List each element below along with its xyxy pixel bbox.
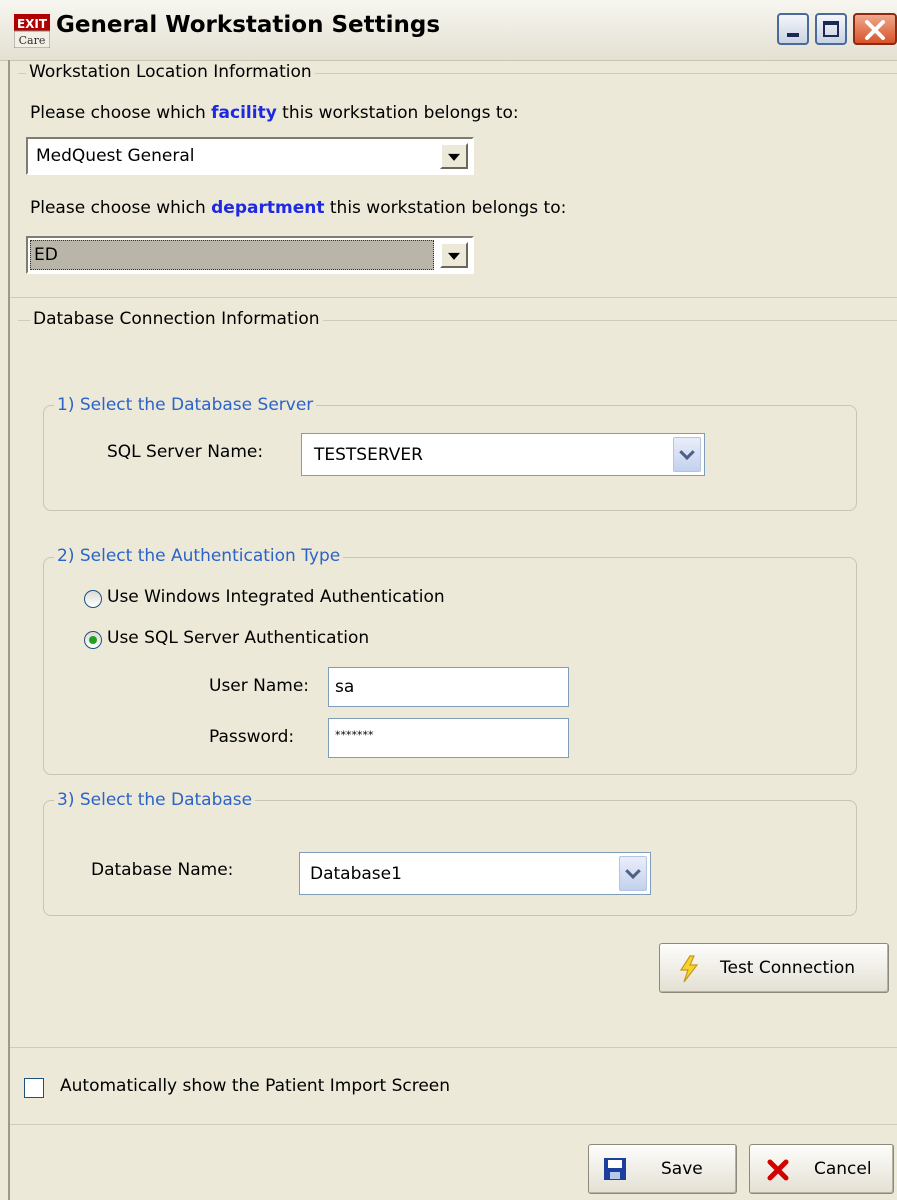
cancel-label: Cancel — [814, 1159, 872, 1179]
department-prompt: Please choose which department this work… — [30, 198, 567, 218]
chevron-down-icon — [448, 153, 460, 161]
svg-text:Care: Care — [19, 34, 46, 47]
password-value: ******* — [335, 728, 374, 742]
cancel-button[interactable]: Cancel — [749, 1144, 894, 1194]
footer-separator — [10, 1124, 897, 1125]
radio-selected-dot — [89, 636, 97, 644]
username-field[interactable]: sa — [328, 667, 569, 707]
maximize-icon — [823, 21, 839, 37]
server-dropdown-button[interactable] — [673, 437, 701, 472]
chevron-down-icon — [448, 252, 460, 260]
db-name-label: Database Name: — [91, 860, 234, 880]
department-dropdown-button[interactable] — [440, 242, 468, 268]
db-dropdown-button[interactable] — [619, 856, 647, 891]
minimize-icon — [787, 33, 799, 37]
close-button[interactable] — [853, 13, 897, 45]
username-value: sa — [335, 677, 355, 697]
save-label: Save — [661, 1159, 703, 1179]
location-group-bottom — [10, 297, 897, 298]
auth-sql-label[interactable]: Use SQL Server Authentication — [107, 628, 369, 648]
title-bar[interactable]: EXIT Care General Workstation Settings — [0, 0, 897, 61]
database-group-legend: Database Connection Information — [30, 309, 323, 329]
db-name-select[interactable]: Database1 — [299, 852, 651, 895]
chevron-down-icon — [625, 862, 641, 879]
app-logo-icon: EXIT Care — [13, 14, 51, 49]
facility-select-value: MedQuest General — [36, 146, 195, 166]
svg-text:EXIT: EXIT — [17, 17, 48, 31]
auth-windows-radio[interactable] — [84, 590, 102, 608]
floppy-disk-icon — [604, 1158, 626, 1180]
minimize-button[interactable] — [777, 13, 809, 45]
close-icon — [865, 20, 885, 40]
test-connection-button[interactable]: Test Connection — [659, 943, 889, 993]
facility-select[interactable]: MedQuest General — [26, 137, 474, 175]
server-name-select[interactable]: TESTSERVER — [301, 433, 705, 476]
db-group-legend: 3) Select the Database — [54, 790, 256, 810]
department-keyword: department — [211, 198, 325, 218]
server-name-label: SQL Server Name: — [107, 442, 264, 462]
auth-sql-radio[interactable] — [84, 631, 102, 649]
facility-prompt: Please choose which facility this workst… — [30, 103, 519, 123]
facility-keyword: facility — [211, 103, 277, 123]
location-group-legend: Workstation Location Information — [26, 62, 315, 82]
server-name-value: TESTSERVER — [314, 444, 423, 465]
username-label: User Name: — [209, 676, 310, 696]
maximize-button[interactable] — [815, 13, 847, 45]
auth-windows-label[interactable]: Use Windows Integrated Authentication — [107, 587, 445, 607]
password-label: Password: — [209, 727, 295, 747]
facility-dropdown-button[interactable] — [440, 143, 468, 169]
red-x-icon — [767, 1159, 789, 1181]
lightning-icon — [679, 955, 699, 983]
db-name-value: Database1 — [310, 863, 402, 884]
password-field[interactable]: ******* — [328, 718, 569, 758]
auto-import-checkbox[interactable] — [24, 1078, 44, 1098]
options-separator — [10, 1047, 897, 1048]
department-select-highlight — [30, 240, 434, 270]
auto-import-label[interactable]: Automatically show the Patient Import Sc… — [60, 1076, 450, 1096]
chevron-down-icon — [679, 443, 695, 460]
test-connection-label: Test Connection — [720, 958, 856, 978]
auth-group-legend: 2) Select the Authentication Type — [54, 546, 344, 566]
department-select-value: ED — [34, 245, 58, 265]
department-select[interactable]: ED — [26, 236, 474, 274]
server-group-legend: 1) Select the Database Server — [54, 395, 317, 415]
save-button[interactable]: Save — [588, 1144, 737, 1194]
window-title: General Workstation Settings — [56, 12, 441, 38]
